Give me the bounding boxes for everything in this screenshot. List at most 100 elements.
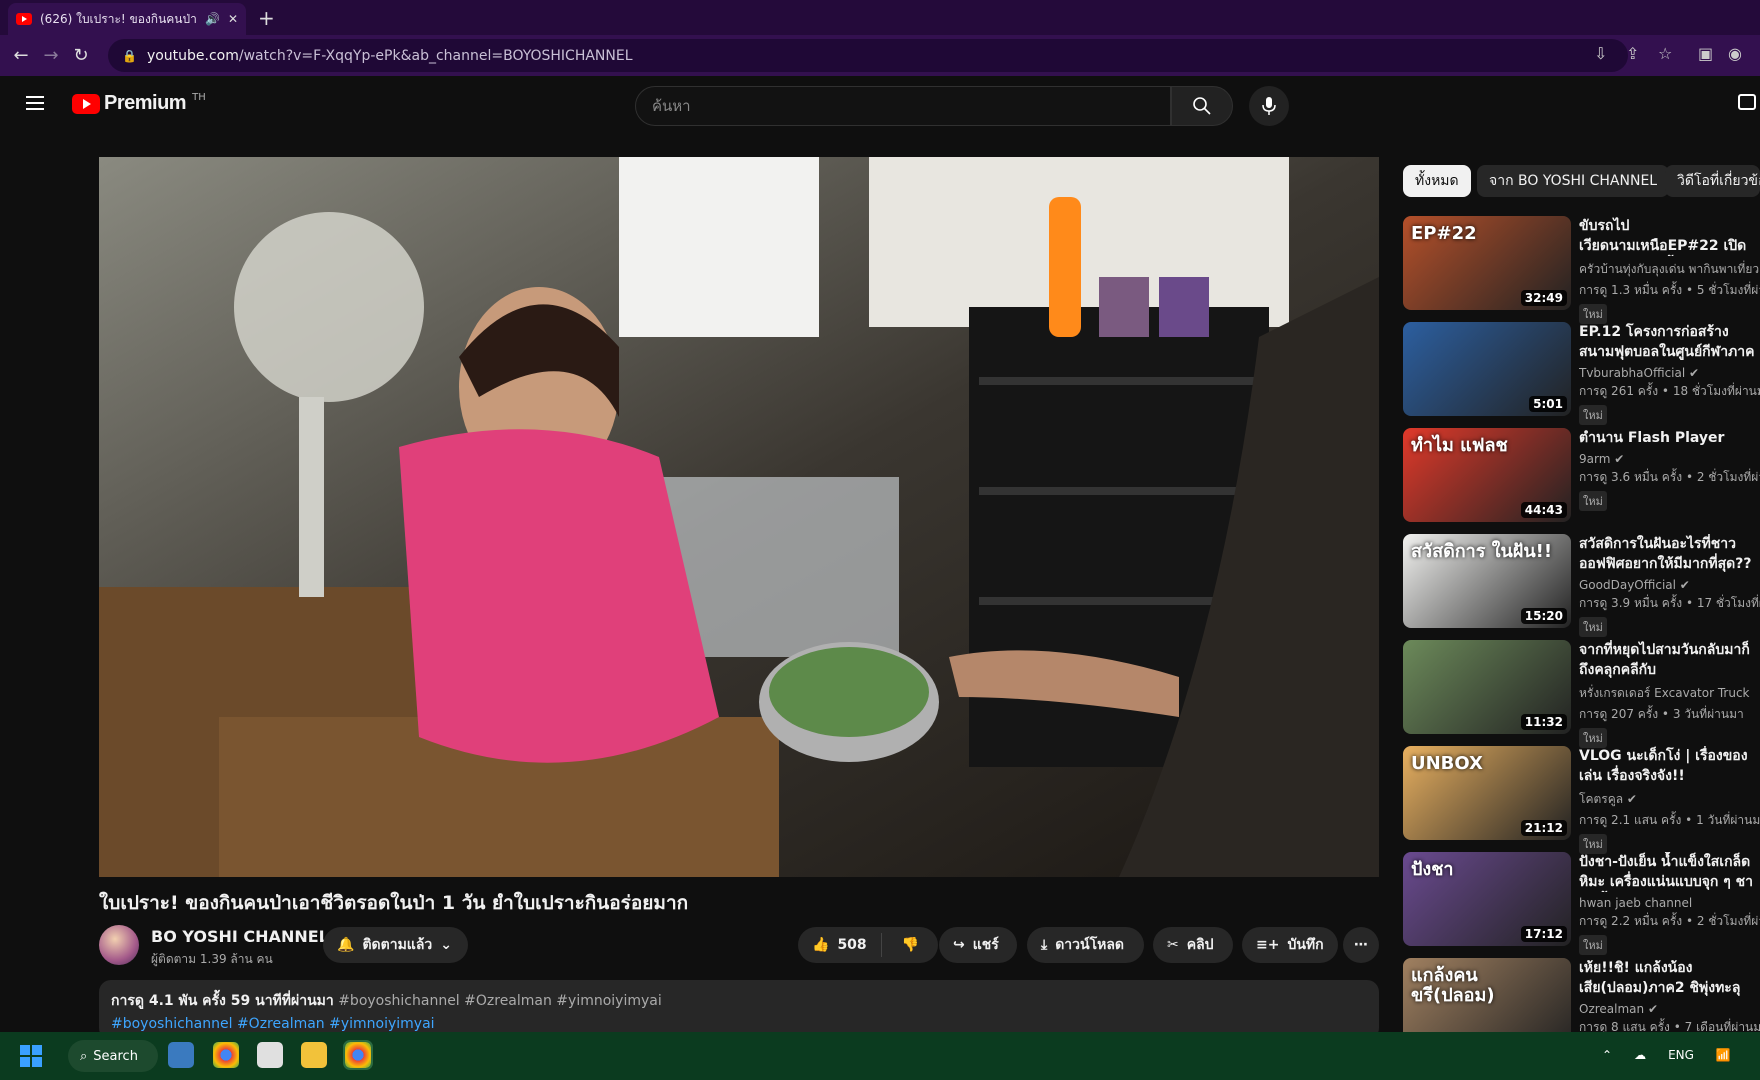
chevron-up-icon[interactable]: ⌃ xyxy=(1602,1048,1612,1062)
cloud-icon[interactable]: ☁ xyxy=(1634,1048,1646,1062)
video-thumbnail[interactable]: สวัสดิการ ในฝัน!! 15:20 xyxy=(1403,534,1571,628)
duration-badge: 44:43 xyxy=(1520,502,1567,518)
description-box[interactable]: การดู 4.1 พัน ครั้ง 59 นาทีที่ผ่านมา #bo… xyxy=(99,980,1379,1040)
youtube-logo[interactable]: Premium TH xyxy=(72,92,206,115)
hashtag-link[interactable]: #Ozrealman xyxy=(237,1016,325,1032)
related-video-item[interactable]: สวัสดิการ ในฝัน!! 15:20 สวัสดิการในฝันอะไร… xyxy=(1403,534,1760,637)
new-badge: ใหม่ xyxy=(1579,935,1607,955)
search-input[interactable]: ค้นหา xyxy=(635,86,1171,126)
related-view-count: การดู 1.3 หมื่น ครั้ง • 5 ชั่วโมงที่ผ่าน… xyxy=(1579,283,1760,297)
clip-button[interactable]: ✂ คลิป xyxy=(1153,927,1233,963)
related-video-item[interactable]: ปังชา 17:12 ปังชา-ปังเย็น น้ำแข็งใสเกล็ดหิ… xyxy=(1403,852,1760,955)
channel-avatar[interactable] xyxy=(99,925,139,965)
file-explorer-icon[interactable] xyxy=(301,1042,327,1068)
related-channel-name[interactable]: Ozrealman ✔ xyxy=(1579,1002,1760,1016)
new-badge: ใหม่ xyxy=(1579,617,1607,637)
install-icon[interactable]: ⇩ xyxy=(1594,44,1607,63)
video-thumbnail[interactable]: 5:01 xyxy=(1403,322,1571,416)
related-video-title[interactable]: EP.12 โครงการก่อสร้างสนามฟุตบอลในศูนย์กี… xyxy=(1579,322,1760,362)
related-video-item[interactable]: EP#22 32:49 ขับรถไปเวียดนามเหนือEP#22 เปิด… xyxy=(1403,216,1760,324)
video-thumbnail[interactable]: ทำไม แฟลช 44:43 xyxy=(1403,428,1571,522)
chrome-icon[interactable] xyxy=(213,1042,239,1068)
related-video-title[interactable]: สวัสดิการในฝันอะไรที่ชาวออฟฟิศอยากให้มีม… xyxy=(1579,534,1760,574)
create-video-icon[interactable] xyxy=(1738,94,1756,110)
related-video-item[interactable]: ทำไม แฟลช 44:43 ตำนาน Flash Player 9arm ✔ กา… xyxy=(1403,428,1760,523)
dislike-button[interactable]: 👎 xyxy=(890,937,931,953)
new-badge: ใหม่ xyxy=(1579,728,1607,748)
forward-icon[interactable]: → xyxy=(36,45,66,66)
video-frame xyxy=(99,157,1379,877)
back-icon[interactable]: ← xyxy=(6,45,36,66)
related-channel-name[interactable]: 9arm ✔ xyxy=(1579,452,1760,466)
channel-name[interactable]: BO YOSHI CHANNEL xyxy=(151,927,329,946)
hashtag-links: #boyoshichannel #Ozrealman #yimnoiyimyai xyxy=(111,1016,1367,1032)
related-video-item[interactable]: 5:01 EP.12 โครงการก่อสร้างสนามฟุตบอลในศูน… xyxy=(1403,322,1760,425)
language-indicator[interactable]: ENG xyxy=(1668,1048,1694,1062)
related-video-item[interactable]: 11:32 จากที่หยุดไปสามวันกลับมาก็ถึงคลุกคล… xyxy=(1403,640,1760,748)
subscriber-count: ผู้ติดตาม 1.39 ล้าน คน xyxy=(151,952,273,966)
share-page-icon[interactable]: ⇪ xyxy=(1626,44,1639,63)
duration-badge: 11:32 xyxy=(1520,714,1567,730)
chip-from-channel[interactable]: จาก BO YOSHI CHANNEL xyxy=(1477,165,1670,197)
chip-related[interactable]: วิดีโอที่เกี่ยวข้อง xyxy=(1665,165,1760,197)
related-view-count: การดู 2.2 หมื่น ครั้ง • 2 ชั่วโมงที่ผ่าน… xyxy=(1579,914,1760,928)
related-channel-name[interactable]: GoodDayOfficial ✔ xyxy=(1579,578,1760,592)
video-info: สวัสดิการในฝันอะไรที่ชาวออฟฟิศอยากให้มีม… xyxy=(1579,534,1760,637)
related-video-title[interactable]: จากที่หยุดไปสามวันกลับมาก็ถึงคลุกคลีกับเ… xyxy=(1579,640,1760,680)
save-button[interactable]: ≡+ บันทึก xyxy=(1242,927,1338,963)
related-video-title[interactable]: ปังชา-ปังเย็น น้ำแข็งใสเกล็ดหิมะ เครื่อง… xyxy=(1579,852,1760,892)
hashtag-link[interactable]: #boyoshichannel xyxy=(111,1016,233,1032)
video-player[interactable] xyxy=(99,157,1379,877)
related-channel-name[interactable]: hwan jaeb channel xyxy=(1579,896,1760,910)
extension-icon[interactable]: ▣ xyxy=(1698,44,1713,63)
related-video-title[interactable]: ขับรถไปเวียดนามเหนือEP#22 เปิด เลือดแปง … xyxy=(1579,216,1760,256)
description-hashtags: #boyoshichannel #Ozrealman #yimnoiyimyai xyxy=(338,993,662,1009)
thumbnail-text: UNBOX xyxy=(1411,753,1483,774)
related-video-item[interactable]: UNBOX 21:12 VLOG นะเด็กโง่ | เรื่องของเล่น… xyxy=(1403,746,1760,854)
bookmark-star-icon[interactable]: ☆ xyxy=(1658,44,1672,63)
video-thumbnail[interactable]: UNBOX 21:12 xyxy=(1403,746,1571,840)
hashtag-link[interactable]: #yimnoiyimyai xyxy=(329,1016,434,1032)
wifi-icon[interactable]: 📶 xyxy=(1716,1048,1731,1062)
voice-search-button[interactable] xyxy=(1249,86,1289,126)
thumbnail-text: ปังชา xyxy=(1411,859,1454,880)
like-button[interactable]: 👍 508 xyxy=(798,933,882,957)
address-bar[interactable]: 🔒 youtube.com /watch?v=F-XqqYp-ePk&ab_ch… xyxy=(108,39,1628,72)
related-view-count: การดู 3.9 หมื่น ครั้ง • 17 ชั่วโมงที่ผ่า… xyxy=(1579,596,1760,610)
close-tab-icon[interactable]: ✕ xyxy=(228,12,238,26)
save-label: บันทึก xyxy=(1287,937,1324,953)
share-button[interactable]: ↪ แชร์ xyxy=(939,927,1017,963)
chip-all[interactable]: ทั้งหมด xyxy=(1403,165,1471,197)
taskbar-app-icon[interactable] xyxy=(168,1042,194,1068)
new-tab-button[interactable]: + xyxy=(258,6,275,30)
reload-icon[interactable]: ↻ xyxy=(66,45,96,66)
related-channel-name[interactable]: ครัวบ้านทุ่งกับลุงเด่น พากินพาเที่ยว xyxy=(1579,260,1760,279)
video-thumbnail[interactable]: EP#22 32:49 xyxy=(1403,216,1571,310)
related-channel-name[interactable]: โคตรคูล ✔ xyxy=(1579,790,1760,809)
chrome-active-icon[interactable] xyxy=(343,1040,373,1070)
chevron-down-icon: ⌄ xyxy=(440,937,453,953)
vnc-icon[interactable] xyxy=(257,1042,283,1068)
taskbar-search-label: Search xyxy=(93,1048,138,1064)
related-channel-name[interactable]: หรั่งเกรดเดอร์ Excavator Truck xyxy=(1579,684,1760,703)
logo-text: Premium xyxy=(104,92,187,114)
related-video-title[interactable]: VLOG นะเด็กโง่ | เรื่องของเล่น เรื่องจริ… xyxy=(1579,746,1760,786)
youtube-play-icon xyxy=(72,93,100,114)
speaker-icon[interactable]: 🔊 xyxy=(205,12,220,26)
related-video-title[interactable]: เห้ย!!ชิ! แกล้งน้อง เสีย(ปลอม)ภาค2 ชิพุ่… xyxy=(1579,958,1760,998)
search-icon xyxy=(1193,97,1211,115)
video-thumbnail[interactable]: 11:32 xyxy=(1403,640,1571,734)
subscribed-button[interactable]: 🔔 ติดตามแล้ว ⌄ xyxy=(323,927,468,963)
related-video-title[interactable]: ตำนาน Flash Player xyxy=(1579,428,1760,448)
windows-start-icon[interactable] xyxy=(20,1045,42,1067)
search-button[interactable] xyxy=(1171,86,1233,126)
related-channel-name[interactable]: TvburabhaOfficial ✔ xyxy=(1579,366,1760,380)
profile-icon[interactable]: ◉ xyxy=(1728,44,1742,63)
download-button[interactable]: ⤓ ดาวน์โหลด xyxy=(1027,927,1144,963)
video-thumbnail[interactable]: ปังชา 17:12 xyxy=(1403,852,1571,946)
hamburger-menu-icon[interactable] xyxy=(26,96,44,110)
taskbar-search-button[interactable]: ⌕ Search xyxy=(68,1040,158,1072)
browser-tab[interactable]: (626) ใบเปราะ! ของกินคนป่าเอาชีวิตรอด 🔊 … xyxy=(8,3,246,35)
more-actions-button[interactable]: ⋯ xyxy=(1343,927,1379,963)
video-info: EP.12 โครงการก่อสร้างสนามฟุตบอลในศูนย์กี… xyxy=(1579,322,1760,425)
